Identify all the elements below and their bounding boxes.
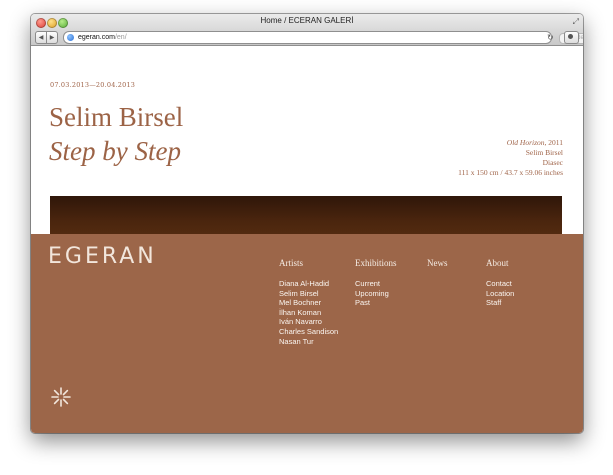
artist-link[interactable]: Mel Bochner [279,298,338,308]
fullscreen-icon[interactable]: ⤢ [573,17,579,27]
artist-link[interactable]: Charles Sandison [279,327,338,337]
exhibitions-current-link[interactable]: Current [355,279,397,289]
artists-heading[interactable]: Artists [279,258,338,268]
artist-link[interactable]: Nasan Tur [279,337,338,347]
artwork-title: Old Horizon [506,138,545,147]
egeran-logo[interactable]: EGERAN [48,244,157,269]
exhibition-title[interactable]: Step by Step [49,136,181,167]
page-content: 07.03.2013—20.04.2013 Selim Birsel Step … [31,46,583,433]
url-text: egeran.com/en/ [78,32,127,43]
about-contact-link[interactable]: Contact [486,279,514,289]
about-staff-link[interactable]: Staff [486,298,514,308]
artist-link[interactable]: Selim Birsel [279,289,338,299]
artwork-dimensions: 111 x 150 cm / 43.7 x 59.06 inches [458,168,563,177]
news-heading[interactable]: News [427,258,448,268]
browser-titlebar: Home / ECERAN GALERİ ⤢ ◀ ▶ egeran.com/en… [31,14,583,46]
exhibitions-heading[interactable]: Exhibitions [355,258,397,268]
window-title: Home / ECERAN GALERİ [260,16,354,25]
forward-button[interactable]: ▶ [46,31,58,44]
site-footer: EGERAN Artists Diana Al-Hadid Selim Birs… [31,234,583,433]
artist-link[interactable]: Diana Al-Hadid [279,279,338,289]
address-bar[interactable]: egeran.com/en/ ↻ Reader [63,31,583,44]
about-location-link[interactable]: Location [486,289,514,299]
footer-about-column: About Contact Location Staff [486,258,514,308]
exhibitions-upcoming-link[interactable]: Upcoming [355,289,397,299]
artwork-artist: Selim Birsel [525,148,563,157]
exhibitions-past-link[interactable]: Past [355,298,397,308]
browser-window: Home / ECERAN GALERİ ⤢ ◀ ▶ egeran.com/en… [31,14,583,433]
caption-title-line: Old Horizon, 2011 [458,138,563,148]
about-heading[interactable]: About [486,258,514,268]
globe-icon [67,34,74,41]
footer-exhibitions-column: Exhibitions Current Upcoming Past [355,258,397,308]
reload-icon[interactable]: ↻ [547,32,554,43]
artist-link[interactable]: Iván Navarro [279,317,338,327]
exhibition-dates: 07.03.2013—20.04.2013 [50,81,136,89]
artist-name[interactable]: Selim Birsel [49,102,183,133]
artwork-caption: Old Horizon, 2011 Selim Birsel Diasec 11… [458,138,563,178]
artist-link[interactable]: İlhan Koman [279,308,338,318]
artwork-medium: Diasec [542,158,563,167]
footer-news-column: News [427,258,448,279]
url-domain: egeran.com [78,34,115,41]
downloads-icon[interactable] [564,31,579,44]
asterisk-icon [51,387,71,407]
url-path: /en/ [114,34,127,41]
footer-artists-column: Artists Diana Al-Hadid Selim Birsel Mel … [279,258,338,346]
artwork-year: , 2011 [544,138,563,147]
